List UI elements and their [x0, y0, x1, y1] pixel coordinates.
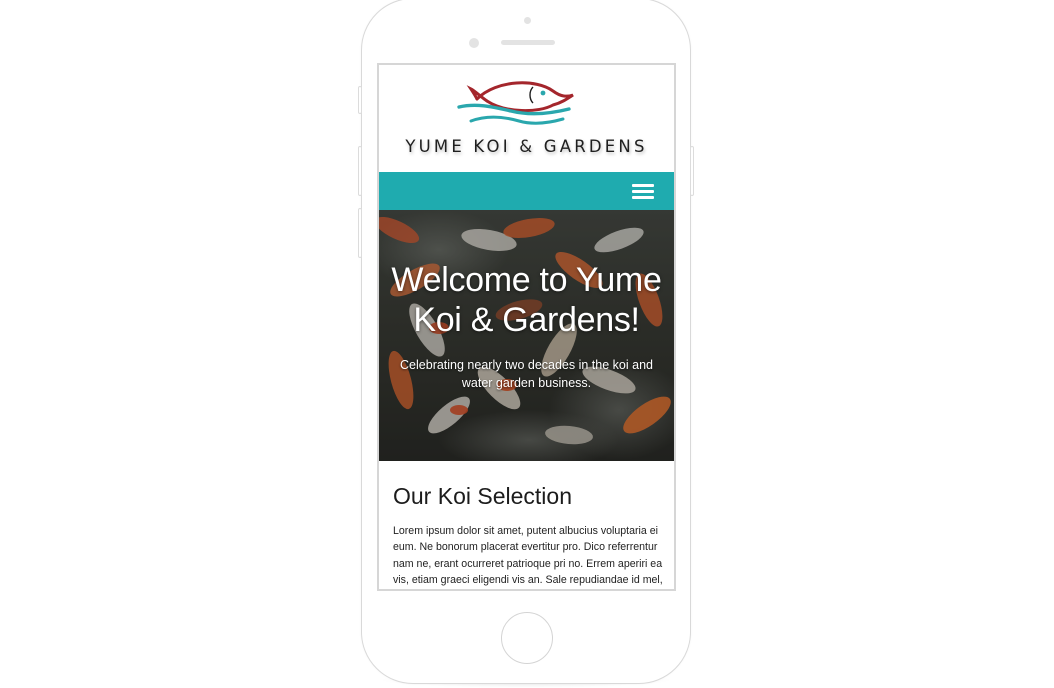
- hamburger-menu-icon[interactable]: [632, 184, 654, 199]
- phone-sensor: [524, 17, 531, 24]
- hero-subtitle: Celebrating nearly two decades in the ko…: [400, 358, 653, 390]
- phone-mute-switch: [358, 86, 362, 114]
- hamburger-bar: [632, 184, 654, 187]
- site-header: YUME KOI & GARDENS: [379, 65, 674, 172]
- hero-banner: Welcome to Yume Koi & Gardens! Celebrati…: [379, 210, 674, 461]
- phone-volume-up-button: [358, 146, 362, 196]
- hamburger-bar: [632, 196, 654, 199]
- hero-title: Welcome to Yume Koi & Gardens!: [391, 261, 662, 339]
- phone-power-button: [690, 146, 694, 196]
- section-heading: Our Koi Selection: [393, 483, 572, 509]
- phone-camera: [469, 38, 479, 48]
- main-navbar: [379, 172, 674, 210]
- phone-home-button[interactable]: [501, 612, 553, 664]
- site-logo-text: YUME KOI & GARDENS: [405, 137, 648, 156]
- main-content: Our Koi Selection Lorem ipsum dolor sit …: [379, 461, 674, 589]
- phone-speaker: [501, 40, 555, 45]
- hamburger-bar: [632, 190, 654, 193]
- section-paragraph: Lorem ipsum dolor sit amet, putent albuc…: [393, 525, 663, 586]
- koi-fish-logo-icon: [457, 81, 574, 125]
- phone-screen: YUME KOI & GARDENS Welcome to Yume Koi &…: [377, 63, 676, 591]
- phone-volume-down-button: [358, 208, 362, 258]
